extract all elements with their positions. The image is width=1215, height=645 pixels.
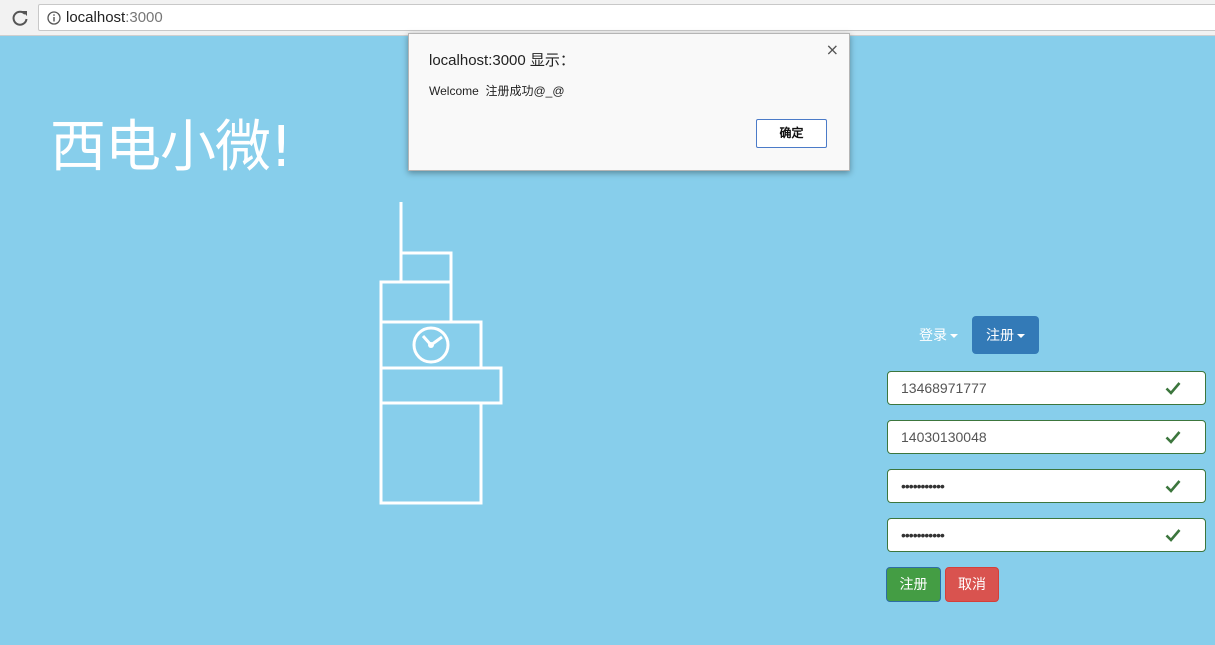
tab-login-label: 登录 bbox=[919, 327, 947, 343]
dialog-message: Welcome 注册成功@_@ bbox=[429, 84, 565, 98]
register-button[interactable]: 注册 bbox=[886, 567, 941, 602]
url-text: localhost:3000 bbox=[66, 9, 163, 26]
caret-down-icon bbox=[950, 334, 958, 339]
tab-register[interactable]: 注册 bbox=[972, 316, 1039, 354]
student-id-value: 14030130048 bbox=[901, 429, 987, 445]
phone-value: 13468971777 bbox=[901, 380, 987, 396]
student-id-field[interactable]: 14030130048 bbox=[887, 420, 1206, 454]
alert-dialog: localhost:3000 显示： × Welcome 注册成功@_@ 确定 bbox=[408, 33, 850, 171]
close-icon[interactable]: × bbox=[826, 40, 839, 59]
check-icon bbox=[1165, 529, 1181, 542]
tab-login[interactable]: 登录 bbox=[905, 316, 972, 354]
info-icon[interactable] bbox=[47, 11, 61, 25]
brand-title: 西电小微! bbox=[50, 115, 292, 180]
check-icon bbox=[1165, 480, 1181, 493]
password-value: ••••••••••• bbox=[901, 478, 945, 494]
confirm-password-field[interactable]: ••••••••••• bbox=[887, 518, 1206, 552]
address-bar[interactable]: localhost:3000 bbox=[38, 4, 1215, 31]
password-field[interactable]: ••••••••••• bbox=[887, 469, 1206, 503]
tab-register-label: 注册 bbox=[986, 327, 1014, 343]
ok-button[interactable]: 确定 bbox=[756, 119, 827, 148]
phone-field[interactable]: 13468971777 bbox=[887, 371, 1206, 405]
clock-tower-illustration bbox=[379, 202, 503, 505]
check-icon bbox=[1165, 431, 1181, 444]
browser-toolbar: localhost:3000 bbox=[0, 0, 1215, 36]
caret-down-icon bbox=[1017, 334, 1025, 339]
confirm-password-value: ••••••••••• bbox=[901, 527, 945, 543]
check-icon bbox=[1165, 382, 1181, 395]
dialog-title: localhost:3000 显示： bbox=[429, 52, 575, 69]
reload-icon[interactable] bbox=[10, 8, 30, 28]
cancel-button[interactable]: 取消 bbox=[945, 567, 999, 602]
